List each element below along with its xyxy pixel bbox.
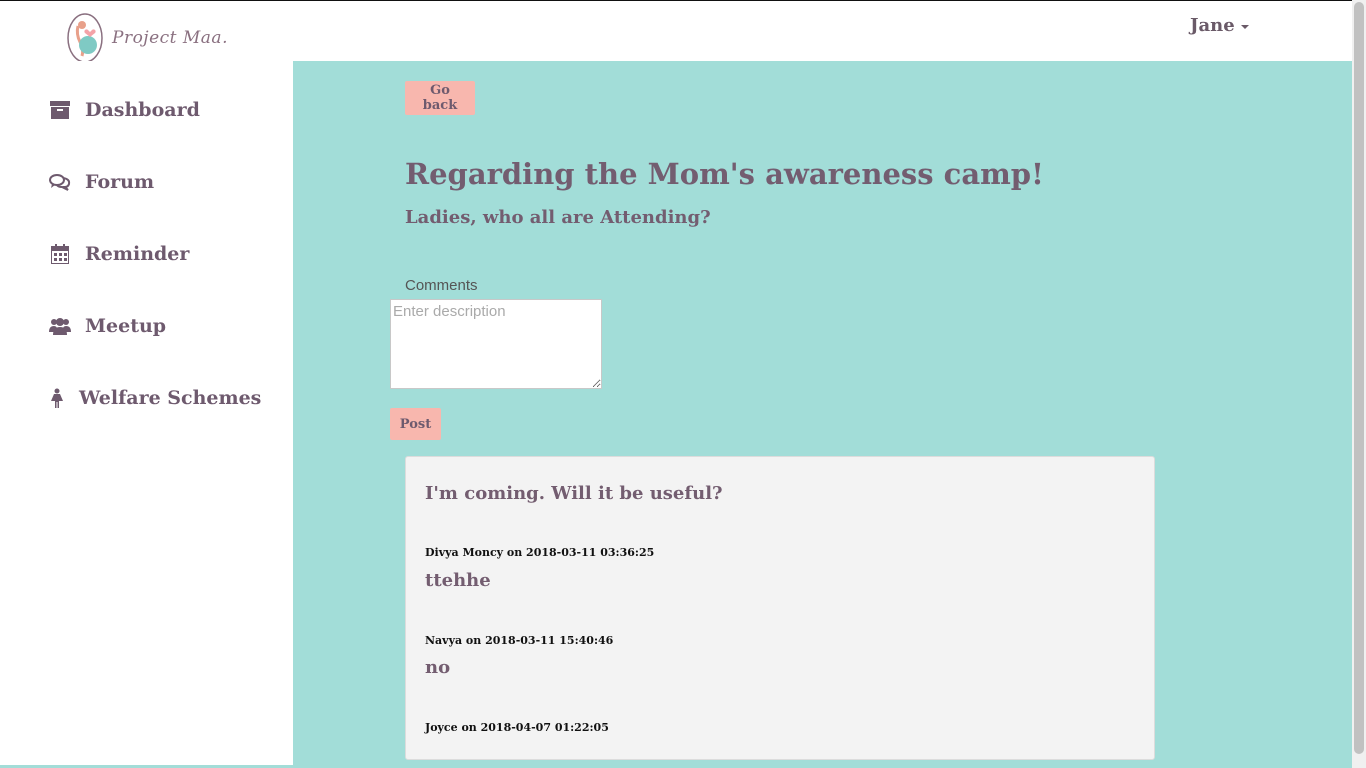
thread-title: I'm coming. Will it be useful? <box>425 483 723 504</box>
comment-body: ttehhe <box>425 570 491 591</box>
comment-meta: Divya Moncy on 2018-03-11 03:36:25 <box>425 546 655 559</box>
sidebar-item-reminder[interactable]: Reminder <box>48 243 189 265</box>
sidebar-item-forum[interactable]: Forum <box>48 171 154 193</box>
sidebar-item-dashboard[interactable]: Dashboard <box>48 99 200 121</box>
post-button[interactable]: Post <box>390 408 441 440</box>
post-subtitle: Ladies, who all are Attending? <box>405 207 711 228</box>
logo-text: Project Maa. <box>112 28 228 48</box>
page-scrollbar[interactable] <box>1352 0 1366 768</box>
comment-thread-card: I'm coming. Will it be useful? Divya Mon… <box>405 456 1155 760</box>
user-name: Jane <box>1190 15 1235 36</box>
logo-mother-icon <box>66 12 104 64</box>
sidebar: Dashboard Forum Reminder Meetup Welfare … <box>0 61 293 768</box>
header: Project Maa. Jane <box>0 1 1352 63</box>
archive-icon <box>48 99 72 121</box>
caret-down-icon <box>1240 24 1249 29</box>
calendar-icon <box>48 243 72 265</box>
comment-description-input[interactable] <box>390 299 602 389</box>
comment-meta: Navya on 2018-03-11 15:40:46 <box>425 634 614 647</box>
sidebar-item-meetup[interactable]: Meetup <box>48 315 166 337</box>
logo[interactable]: Project Maa. <box>66 11 236 65</box>
female-icon <box>48 387 66 409</box>
sidebar-item-label: Welfare Schemes <box>79 387 262 409</box>
sidebar-item-label: Reminder <box>85 243 190 265</box>
post-title: Regarding the Mom's awareness camp! <box>405 157 1044 191</box>
sidebar-item-label: Dashboard <box>85 99 200 121</box>
comment-meta: Joyce on 2018-04-07 01:22:05 <box>425 721 609 734</box>
users-icon <box>48 315 72 337</box>
main-content: Go back Regarding the Mom's awareness ca… <box>293 61 1352 768</box>
comments-label: Comments <box>405 277 478 294</box>
go-back-button[interactable]: Go back <box>405 81 475 115</box>
sidebar-item-label: Forum <box>85 171 155 193</box>
comment-body: no <box>425 657 451 678</box>
user-menu-dropdown[interactable]: Jane <box>1190 15 1249 36</box>
comments-icon <box>48 171 72 193</box>
sidebar-item-welfare-schemes[interactable]: Welfare Schemes <box>48 387 261 409</box>
scrollbar-thumb[interactable] <box>1354 2 1364 754</box>
sidebar-item-label: Meetup <box>85 315 167 337</box>
